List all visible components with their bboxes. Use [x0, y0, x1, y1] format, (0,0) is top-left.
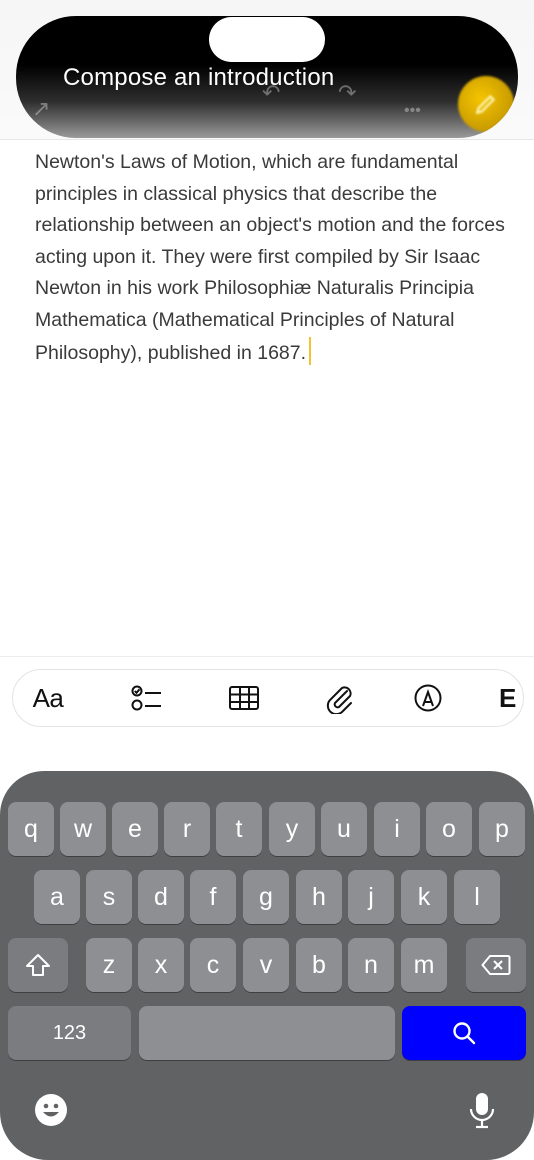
key-f[interactable]: f	[190, 870, 236, 924]
note-body-text[interactable]: Newton's Laws of Motion, which are funda…	[35, 147, 505, 369]
search-icon	[453, 1022, 476, 1045]
microphone-icon	[469, 1093, 495, 1129]
key-p[interactable]: p	[479, 802, 525, 856]
key-a[interactable]: a	[34, 870, 80, 924]
checklist-icon	[131, 685, 161, 711]
key-s[interactable]: s	[86, 870, 132, 924]
key-w[interactable]: w	[60, 802, 106, 856]
key-t[interactable]: t	[216, 802, 262, 856]
key-n[interactable]: n	[348, 938, 394, 992]
key-v[interactable]: v	[243, 938, 289, 992]
key-r[interactable]: r	[164, 802, 210, 856]
key-z[interactable]: z	[86, 938, 132, 992]
emoji-icon	[35, 1094, 67, 1126]
table-button[interactable]	[216, 670, 272, 726]
text-style-label: Aa	[32, 682, 64, 713]
key-j[interactable]: j	[348, 870, 394, 924]
key-b[interactable]: b	[296, 938, 342, 992]
key-o[interactable]: o	[426, 802, 472, 856]
key-k[interactable]: k	[401, 870, 447, 924]
dictation-button[interactable]	[466, 1090, 498, 1130]
key-x[interactable]: x	[138, 938, 184, 992]
key-q[interactable]: q	[8, 802, 54, 856]
format-toolbar: Aa E	[12, 669, 524, 727]
key-l[interactable]: l	[454, 870, 500, 924]
key-c[interactable]: c	[190, 938, 236, 992]
key-d[interactable]: d	[138, 870, 184, 924]
space-bar[interactable]	[139, 1006, 395, 1060]
key-y[interactable]: y	[269, 802, 315, 856]
toolbar-divider	[0, 656, 534, 657]
markup-button[interactable]	[400, 670, 456, 726]
banner-title: Compose an introduction	[63, 64, 335, 91]
note-paragraph: Newton's Laws of Motion, which are funda…	[35, 151, 505, 364]
dynamic-island	[209, 17, 325, 62]
more-icon: •••	[404, 102, 421, 119]
key-h[interactable]: h	[296, 870, 342, 924]
shift-icon	[26, 954, 50, 976]
shift-key[interactable]	[8, 938, 68, 992]
more-tools-button[interactable]: E	[499, 670, 523, 726]
key-g[interactable]: g	[243, 870, 289, 924]
compose-icon[interactable]	[458, 76, 514, 132]
emoji-button[interactable]	[33, 1092, 69, 1128]
backspace-icon	[481, 955, 511, 975]
more-tools-label: E	[499, 682, 517, 713]
markup-pen-icon	[414, 684, 442, 712]
checklist-button[interactable]	[119, 670, 175, 726]
delete-key[interactable]	[466, 938, 526, 992]
attachment-button[interactable]	[311, 670, 367, 726]
table-icon	[229, 686, 259, 710]
search-key[interactable]	[402, 1006, 526, 1060]
numbers-key[interactable]: 123	[8, 1006, 131, 1060]
key-i[interactable]: i	[374, 802, 420, 856]
paperclip-icon	[326, 686, 352, 714]
key-m[interactable]: m	[401, 938, 447, 992]
text-caret	[309, 336, 312, 365]
share-icon: ↗	[32, 96, 51, 121]
writing-tools-banner[interactable]: ↗ ↶ ↷ ••• Compose an introduction	[16, 16, 518, 138]
key-u[interactable]: u	[321, 802, 367, 856]
key-e[interactable]: e	[112, 802, 158, 856]
redo-icon: ↷	[338, 80, 357, 105]
keyboard: q w e r t y u i o p a s d f g h j k l z …	[0, 771, 534, 1160]
text-style-button[interactable]: Aa	[19, 670, 77, 726]
